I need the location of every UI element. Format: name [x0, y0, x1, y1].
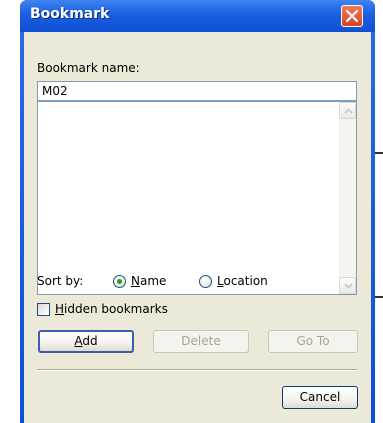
cancel-button[interactable]: Cancel — [282, 386, 358, 409]
sort-by-label: Sort by: — [37, 274, 84, 288]
bookmark-name-input[interactable] — [37, 81, 357, 101]
add-button[interactable]: Add — [38, 330, 134, 353]
button-separator — [37, 369, 357, 371]
sort-name-rest: ame — [139, 274, 167, 288]
sort-location-radio[interactable] — [199, 275, 212, 288]
sort-location-label[interactable]: Location — [217, 274, 268, 288]
sort-location-rest: ocation — [223, 274, 268, 288]
close-button[interactable] — [341, 5, 363, 27]
delete-button[interactable]: Delete — [153, 330, 249, 353]
backdrop-mark — [375, 296, 383, 298]
sort-name-mnemonic: N — [131, 274, 140, 288]
sort-name-label[interactable]: Name — [131, 274, 166, 288]
bookmark-name-label: Bookmark name: — [37, 61, 140, 75]
close-icon — [346, 10, 358, 22]
scroll-down-button[interactable] — [339, 277, 356, 294]
goto-button[interactable]: Go To — [268, 330, 358, 353]
chevron-down-icon — [344, 283, 353, 289]
scroll-up-button[interactable] — [339, 102, 356, 119]
bookmark-list[interactable] — [37, 101, 357, 295]
backdrop-mark — [375, 152, 383, 154]
dialog-body: Bookmark name: Sort by: Name — [24, 32, 371, 423]
title-bar[interactable]: Bookmark — [20, 0, 375, 32]
list-scrollbar[interactable] — [339, 102, 356, 294]
hidden-rest: idden bookmarks — [64, 302, 168, 316]
window-title: Bookmark — [30, 6, 110, 22]
bookmark-dialog: Bookmark Bookmark name: M02 Sort by: Nam… — [20, 0, 375, 423]
sort-name-radio[interactable] — [113, 275, 126, 288]
add-rest: dd — [82, 334, 98, 348]
hidden-bookmarks-label[interactable]: Hidden bookmarks — [55, 302, 168, 316]
hidden-mnemonic: H — [55, 302, 65, 316]
chevron-up-icon — [344, 108, 353, 114]
radio-selected-dot — [117, 279, 122, 284]
hidden-bookmarks-checkbox[interactable] — [37, 303, 50, 316]
